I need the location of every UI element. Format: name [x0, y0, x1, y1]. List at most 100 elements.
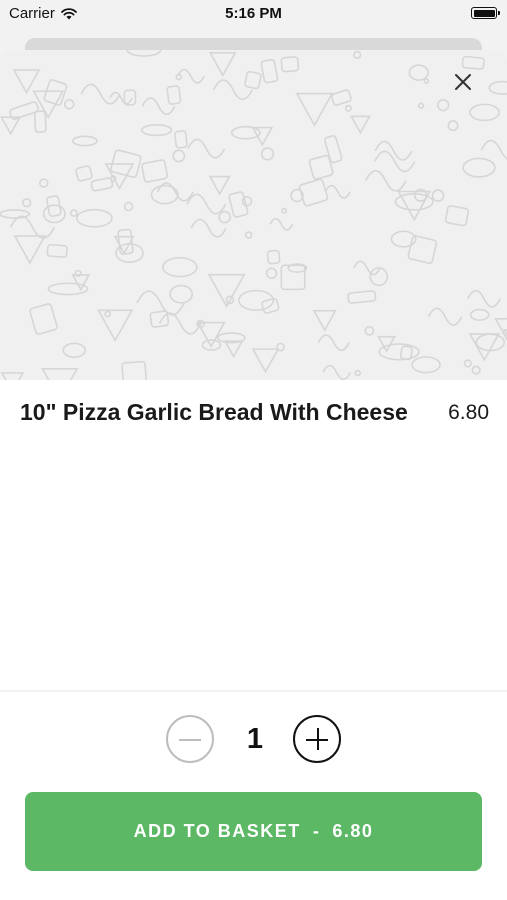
doodle-shape — [378, 343, 420, 361]
add-button-label: ADD TO BASKET — [133, 821, 301, 841]
doodle-shape — [186, 193, 227, 215]
doodle-shape — [364, 325, 375, 336]
doodle-shape — [0, 116, 22, 136]
increase-quantity-button[interactable] — [293, 715, 341, 763]
doodle-shape — [408, 64, 429, 81]
doodle-shape — [46, 243, 68, 258]
doodle-shape — [468, 333, 501, 362]
doodle-shape — [469, 308, 490, 321]
doodle-shape — [488, 80, 507, 95]
status-time: 5:16 PM — [225, 5, 282, 22]
doodle-shape — [46, 195, 62, 217]
doodle-shape — [295, 92, 334, 127]
doodle-shape — [174, 130, 188, 149]
screen: Carrier 5:16 PM 10" Pizza Garlic Bread W… — [0, 0, 507, 900]
battery-fill — [473, 9, 495, 17]
doodle-shape — [140, 123, 173, 137]
doodle-shape — [298, 178, 329, 207]
decrease-quantity-button[interactable] — [166, 715, 214, 763]
quantity-value: 1 — [246, 723, 264, 755]
doodle-shape — [175, 73, 183, 81]
doodle-shape — [466, 289, 501, 308]
doodle-shape — [13, 235, 47, 265]
doodle-shape — [244, 231, 253, 239]
doodle-shape — [33, 110, 47, 133]
doodle-shape — [427, 307, 463, 326]
add-button-total: 6.80 — [332, 821, 374, 841]
doodle-shape — [218, 210, 232, 224]
doodle-shape — [437, 98, 450, 112]
doodle-shape — [208, 51, 237, 77]
item-price: 6.80 — [448, 400, 489, 424]
doodle-shape — [322, 364, 352, 380]
doodle-shape — [463, 359, 472, 368]
doodle-shape — [276, 342, 285, 352]
doodle-shape — [324, 135, 343, 164]
doodle-shape — [265, 267, 278, 280]
food-doodle-pattern — [0, 50, 507, 380]
doodle-shape — [0, 209, 31, 219]
hero-image — [0, 50, 507, 380]
status-bar: Carrier 5:16 PM — [0, 0, 507, 30]
doodle-shape — [350, 115, 371, 135]
doodle-shape — [266, 249, 281, 265]
doodle-shape — [71, 135, 98, 147]
doodle-shape — [63, 99, 75, 110]
doodle-shape — [373, 150, 416, 173]
quantity-stepper: 1 — [0, 715, 507, 763]
doodle-shape — [462, 157, 496, 178]
doodle-shape — [166, 85, 182, 105]
doodle-shape — [141, 159, 169, 183]
doodle-shape — [126, 50, 162, 57]
doodle-shape — [213, 79, 253, 101]
item-name: 10" Pizza Garlic Bread With Cheese — [20, 399, 408, 425]
doodle-shape — [447, 120, 459, 132]
doodle-shape — [364, 170, 407, 192]
add-to-basket-button[interactable]: ADD TO BASKET - 6.80 — [25, 792, 482, 871]
doodle-shape — [9, 215, 55, 239]
doodle-shape — [29, 303, 58, 335]
doodle-shape — [280, 56, 300, 73]
doodle-shape — [162, 256, 198, 278]
doodle-shape — [444, 205, 470, 227]
doodle-shape — [158, 312, 202, 335]
doodle-shape — [42, 204, 66, 224]
doodle-shape — [347, 290, 377, 304]
doodle-shape — [480, 139, 507, 160]
doodle-shape — [308, 154, 334, 180]
doodle-shape — [149, 310, 170, 328]
doodle-shape — [104, 310, 111, 318]
doodle-shape — [431, 189, 445, 202]
doodle-shape — [43, 79, 68, 106]
doodle-shape — [354, 369, 361, 377]
doodle-shape — [123, 201, 134, 212]
doodle-shape — [75, 208, 113, 228]
doodle-shape — [0, 372, 25, 380]
doodle-shape — [169, 284, 193, 304]
doodle-shape — [190, 218, 227, 238]
close-icon — [455, 74, 471, 90]
doodle-shape — [172, 149, 186, 163]
doodle-shape — [21, 197, 32, 208]
doodle-shape — [260, 58, 279, 84]
doodle-shape — [228, 191, 249, 218]
doodle-shape — [330, 89, 352, 106]
doodle-shape — [69, 209, 78, 217]
doodle-shape — [423, 78, 430, 84]
doodle-shape — [41, 367, 79, 380]
doodle-shape — [75, 165, 93, 182]
doodle-shape — [353, 50, 362, 59]
close-button[interactable] — [449, 68, 477, 96]
doodle-shape — [223, 340, 244, 359]
doodle-shape — [141, 97, 176, 116]
doodle-shape — [80, 83, 121, 105]
doodle-shape — [344, 104, 352, 112]
item-modal: 10" Pizza Garlic Bread With Cheese 6.80 … — [0, 50, 507, 900]
doodle-shape — [121, 360, 148, 380]
doodle-shape — [312, 309, 337, 332]
doodle-shape — [208, 175, 231, 196]
doodle-shape — [90, 177, 114, 192]
divider — [0, 690, 507, 692]
doodle-shape — [280, 264, 306, 291]
battery-icon — [471, 7, 500, 19]
